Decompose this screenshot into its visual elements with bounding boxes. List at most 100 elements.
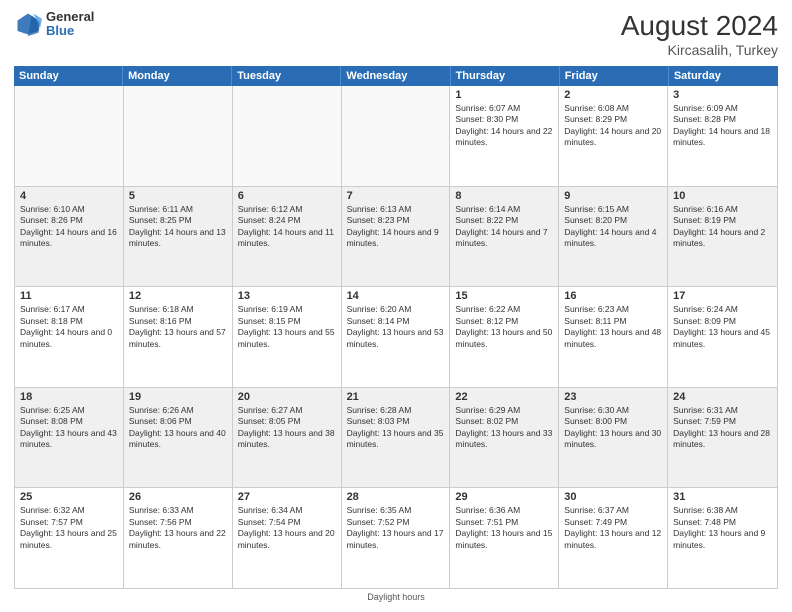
day-number: 28 [347, 491, 445, 503]
page: General Blue August 2024 Kircasalih, Tur… [0, 0, 792, 612]
calendar-row-3: 11 Sunrise: 6:17 AMSunset: 8:18 PMDaylig… [15, 287, 777, 388]
day-number: 15 [455, 290, 553, 302]
day-cell-5: 5 Sunrise: 6:11 AMSunset: 8:25 PMDayligh… [124, 187, 233, 287]
calendar-row-1: 1 Sunrise: 6:07 AMSunset: 8:30 PMDayligh… [15, 86, 777, 187]
day-cell-3: 3 Sunrise: 6:09 AMSunset: 8:28 PMDayligh… [668, 86, 777, 186]
logo-general: General [46, 10, 94, 24]
calendar-body: 1 Sunrise: 6:07 AMSunset: 8:30 PMDayligh… [14, 86, 778, 589]
day-number: 30 [564, 491, 662, 503]
cell-text: Sunrise: 6:10 AMSunset: 8:26 PMDaylight:… [20, 204, 118, 250]
cell-text: Sunrise: 6:11 AMSunset: 8:25 PMDaylight:… [129, 204, 227, 250]
cell-text: Sunrise: 6:15 AMSunset: 8:20 PMDaylight:… [564, 204, 662, 250]
day-cell-16: 16 Sunrise: 6:23 AMSunset: 8:11 PMDaylig… [559, 287, 668, 387]
cell-text: Sunrise: 6:24 AMSunset: 8:09 PMDaylight:… [673, 304, 772, 350]
cell-text: Sunrise: 6:26 AMSunset: 8:06 PMDaylight:… [129, 405, 227, 451]
day-cell-28: 28 Sunrise: 6:35 AMSunset: 7:52 PMDaylig… [342, 488, 451, 588]
cell-text: Sunrise: 6:08 AMSunset: 8:29 PMDaylight:… [564, 103, 662, 149]
day-number: 3 [673, 89, 772, 101]
day-number: 23 [564, 391, 662, 403]
cell-text: Sunrise: 6:37 AMSunset: 7:49 PMDaylight:… [564, 505, 662, 551]
day-header-sunday: Sunday [14, 66, 123, 86]
day-number: 10 [673, 190, 772, 202]
day-cell-10: 10 Sunrise: 6:16 AMSunset: 8:19 PMDaylig… [668, 187, 777, 287]
day-number: 29 [455, 491, 553, 503]
day-cell-15: 15 Sunrise: 6:22 AMSunset: 8:12 PMDaylig… [450, 287, 559, 387]
header: General Blue August 2024 Kircasalih, Tur… [14, 10, 778, 58]
day-number: 6 [238, 190, 336, 202]
day-number: 2 [564, 89, 662, 101]
day-cell-9: 9 Sunrise: 6:15 AMSunset: 8:20 PMDayligh… [559, 187, 668, 287]
day-cell-21: 21 Sunrise: 6:28 AMSunset: 8:03 PMDaylig… [342, 388, 451, 488]
cell-text: Sunrise: 6:27 AMSunset: 8:05 PMDaylight:… [238, 405, 336, 451]
cell-text: Sunrise: 6:19 AMSunset: 8:15 PMDaylight:… [238, 304, 336, 350]
day-cell-14: 14 Sunrise: 6:20 AMSunset: 8:14 PMDaylig… [342, 287, 451, 387]
logo-blue: Blue [46, 24, 94, 38]
calendar-row-2: 4 Sunrise: 6:10 AMSunset: 8:26 PMDayligh… [15, 187, 777, 288]
empty-cell [342, 86, 451, 186]
day-cell-27: 27 Sunrise: 6:34 AMSunset: 7:54 PMDaylig… [233, 488, 342, 588]
day-number: 7 [347, 190, 445, 202]
cell-text: Sunrise: 6:30 AMSunset: 8:00 PMDaylight:… [564, 405, 662, 451]
day-cell-25: 25 Sunrise: 6:32 AMSunset: 7:57 PMDaylig… [15, 488, 124, 588]
cell-text: Sunrise: 6:17 AMSunset: 8:18 PMDaylight:… [20, 304, 118, 350]
cell-text: Sunrise: 6:32 AMSunset: 7:57 PMDaylight:… [20, 505, 118, 551]
cell-text: Sunrise: 6:13 AMSunset: 8:23 PMDaylight:… [347, 204, 445, 250]
calendar-header: SundayMondayTuesdayWednesdayThursdayFrid… [14, 66, 778, 86]
day-number: 4 [20, 190, 118, 202]
day-header-thursday: Thursday [451, 66, 560, 86]
cell-text: Sunrise: 6:38 AMSunset: 7:48 PMDaylight:… [673, 505, 772, 551]
day-cell-17: 17 Sunrise: 6:24 AMSunset: 8:09 PMDaylig… [668, 287, 777, 387]
day-cell-1: 1 Sunrise: 6:07 AMSunset: 8:30 PMDayligh… [450, 86, 559, 186]
cell-text: Sunrise: 6:36 AMSunset: 7:51 PMDaylight:… [455, 505, 553, 551]
day-cell-29: 29 Sunrise: 6:36 AMSunset: 7:51 PMDaylig… [450, 488, 559, 588]
day-header-tuesday: Tuesday [232, 66, 341, 86]
day-cell-13: 13 Sunrise: 6:19 AMSunset: 8:15 PMDaylig… [233, 287, 342, 387]
day-number: 20 [238, 391, 336, 403]
cell-text: Sunrise: 6:34 AMSunset: 7:54 PMDaylight:… [238, 505, 336, 551]
day-number: 22 [455, 391, 553, 403]
cell-text: Sunrise: 6:33 AMSunset: 7:56 PMDaylight:… [129, 505, 227, 551]
day-cell-4: 4 Sunrise: 6:10 AMSunset: 8:26 PMDayligh… [15, 187, 124, 287]
day-cell-23: 23 Sunrise: 6:30 AMSunset: 8:00 PMDaylig… [559, 388, 668, 488]
day-cell-11: 11 Sunrise: 6:17 AMSunset: 8:18 PMDaylig… [15, 287, 124, 387]
day-number: 19 [129, 391, 227, 403]
day-number: 18 [20, 391, 118, 403]
day-header-monday: Monday [123, 66, 232, 86]
day-cell-8: 8 Sunrise: 6:14 AMSunset: 8:22 PMDayligh… [450, 187, 559, 287]
cell-text: Sunrise: 6:31 AMSunset: 7:59 PMDaylight:… [673, 405, 772, 451]
day-number: 31 [673, 491, 772, 503]
location: Kircasalih, Turkey [621, 42, 778, 58]
day-number: 14 [347, 290, 445, 302]
cell-text: Sunrise: 6:18 AMSunset: 8:16 PMDaylight:… [129, 304, 227, 350]
day-cell-19: 19 Sunrise: 6:26 AMSunset: 8:06 PMDaylig… [124, 388, 233, 488]
cell-text: Sunrise: 6:25 AMSunset: 8:08 PMDaylight:… [20, 405, 118, 451]
day-number: 21 [347, 391, 445, 403]
month-year: August 2024 [621, 10, 778, 42]
day-number: 16 [564, 290, 662, 302]
day-number: 17 [673, 290, 772, 302]
calendar-row-4: 18 Sunrise: 6:25 AMSunset: 8:08 PMDaylig… [15, 388, 777, 489]
day-cell-22: 22 Sunrise: 6:29 AMSunset: 8:02 PMDaylig… [450, 388, 559, 488]
day-number: 12 [129, 290, 227, 302]
cell-text: Sunrise: 6:29 AMSunset: 8:02 PMDaylight:… [455, 405, 553, 451]
day-number: 5 [129, 190, 227, 202]
calendar: SundayMondayTuesdayWednesdayThursdayFrid… [14, 66, 778, 589]
day-number: 24 [673, 391, 772, 403]
empty-cell [15, 86, 124, 186]
day-cell-6: 6 Sunrise: 6:12 AMSunset: 8:24 PMDayligh… [233, 187, 342, 287]
day-header-wednesday: Wednesday [341, 66, 450, 86]
day-cell-24: 24 Sunrise: 6:31 AMSunset: 7:59 PMDaylig… [668, 388, 777, 488]
day-number: 25 [20, 491, 118, 503]
day-number: 11 [20, 290, 118, 302]
day-number: 13 [238, 290, 336, 302]
cell-text: Sunrise: 6:28 AMSunset: 8:03 PMDaylight:… [347, 405, 445, 451]
day-number: 1 [455, 89, 553, 101]
logo-text: General Blue [46, 10, 94, 39]
day-number: 26 [129, 491, 227, 503]
day-cell-30: 30 Sunrise: 6:37 AMSunset: 7:49 PMDaylig… [559, 488, 668, 588]
cell-text: Sunrise: 6:14 AMSunset: 8:22 PMDaylight:… [455, 204, 553, 250]
empty-cell [233, 86, 342, 186]
day-cell-2: 2 Sunrise: 6:08 AMSunset: 8:29 PMDayligh… [559, 86, 668, 186]
cell-text: Sunrise: 6:16 AMSunset: 8:19 PMDaylight:… [673, 204, 772, 250]
cell-text: Sunrise: 6:12 AMSunset: 8:24 PMDaylight:… [238, 204, 336, 250]
